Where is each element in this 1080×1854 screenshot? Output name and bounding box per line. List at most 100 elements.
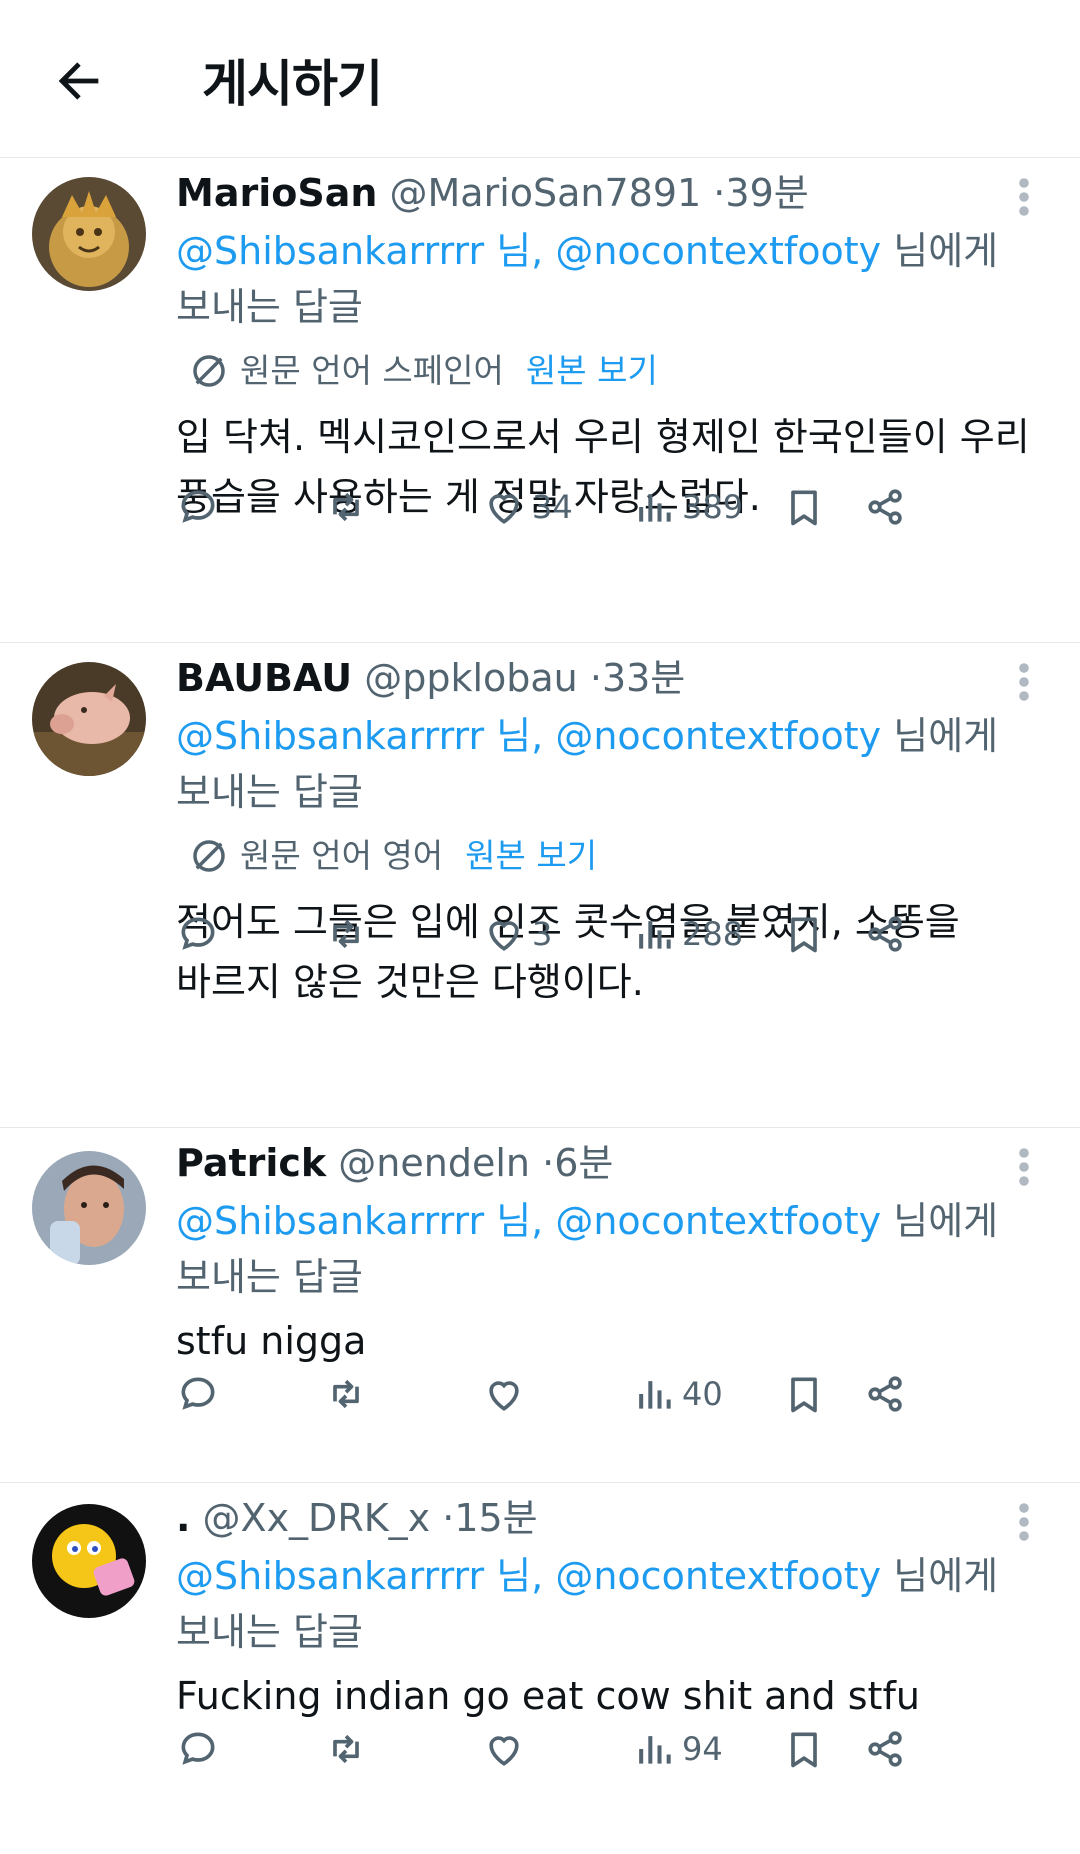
repost-button[interactable] [324, 1721, 368, 1777]
action-bar: 40 [176, 1205, 1036, 1413]
views-button[interactable]: 288 [632, 906, 743, 962]
share-icon [868, 489, 902, 525]
share-button[interactable] [864, 906, 908, 962]
separator-dot: · [542, 1141, 555, 1185]
post-time[interactable]: 33분 [602, 656, 685, 700]
translation-label: 원문 언어 스페인어 [240, 351, 504, 390]
mention-link[interactable]: @Shibsankarrrrr 님, [176, 229, 543, 273]
repost-button[interactable] [324, 906, 368, 962]
reply-post[interactable]: Patrick @nendeln ·6분 @Shibsankarrrrr 님, … [0, 1129, 1080, 1483]
reply-button[interactable] [176, 479, 220, 535]
repost-icon [333, 919, 359, 949]
mention-link[interactable]: @Shibsankarrrrr 님, [176, 714, 543, 758]
bookmark-button[interactable] [782, 906, 826, 962]
share-button[interactable] [864, 1721, 908, 1777]
reply-context-suffix-2: 보내는 답글 [176, 1610, 363, 1654]
reply-icon [181, 490, 215, 523]
views-icon [639, 1381, 671, 1409]
user-handle[interactable]: @nendeln [338, 1141, 530, 1185]
translation-label: 원문 언어 영어 [240, 836, 444, 875]
action-bar: 3 288 [176, 906, 1036, 962]
reply-context: @Shibsankarrrrr 님, @nocontextfooty 님에게 보… [176, 223, 1036, 335]
show-original-link[interactable]: 원본 보기 [526, 349, 658, 393]
repost-button[interactable] [324, 1366, 368, 1422]
reply-button[interactable] [176, 1366, 220, 1422]
mention-link[interactable]: @nocontextfooty [555, 1554, 881, 1598]
reply-post[interactable]: MarioSan @MarioSan7891 ·39분 @Shibsankarr… [0, 159, 1080, 643]
views-button[interactable]: 389 [632, 479, 743, 535]
heart-icon [489, 921, 519, 951]
mention-link[interactable]: @nocontextfooty [555, 229, 881, 273]
view-count: 94 [682, 1730, 723, 1768]
reply-post[interactable]: . @Xx_DRK_x ·15분 @Shibsankarrrrr 님, @noc… [0, 1484, 1080, 1854]
back-arrow-icon[interactable] [50, 52, 108, 110]
heart-icon [489, 494, 519, 524]
reply-context: @Shibsankarrrrr 님, @nocontextfooty 님에게 보… [176, 1548, 1036, 1660]
avatar[interactable] [32, 1504, 146, 1618]
bookmark-icon [791, 1732, 817, 1768]
reply-context-suffix-2: 보내는 답글 [176, 1255, 363, 1299]
display-name[interactable]: . [176, 1496, 190, 1540]
post-text-line: 입 닥쳐. 멕시코인으로서 우리 형제인 한국인들이 우리 [176, 415, 1030, 459]
translate-icon [193, 840, 225, 872]
post-header: . @Xx_DRK_x ·15분 [176, 1494, 1036, 1542]
reply-context-suffix-2: 보내는 답글 [176, 285, 363, 329]
post-time[interactable]: 39분 [725, 171, 808, 215]
reply-button[interactable] [176, 906, 220, 962]
post-header: BAUBAU @ppklobau ·33분 [176, 654, 1036, 702]
reply-button[interactable] [176, 1721, 220, 1777]
post-text-line: stfu nigga [176, 1319, 367, 1363]
views-button[interactable]: 94 [632, 1721, 723, 1777]
display-name[interactable]: BAUBAU [176, 656, 352, 700]
reply-context: @Shibsankarrrrr 님, @nocontextfooty 님에게 보… [176, 708, 1036, 820]
bookmark-button[interactable] [782, 479, 826, 535]
show-original-link[interactable]: 원본 보기 [465, 834, 597, 878]
share-button[interactable] [864, 1366, 908, 1422]
separator-dot: · [713, 171, 726, 215]
user-handle[interactable]: @MarioSan7891 [390, 171, 702, 215]
post-text: Fucking indian go eat cow shit and stfu [176, 1666, 1036, 1726]
bookmark-button[interactable] [782, 1366, 826, 1422]
views-icon [639, 921, 671, 949]
views-button[interactable]: 40 [632, 1366, 723, 1422]
share-icon [868, 1731, 902, 1767]
user-handle[interactable]: @Xx_DRK_x [203, 1496, 431, 1540]
like-button[interactable] [482, 1366, 532, 1422]
display-name[interactable]: Patrick [176, 1141, 326, 1185]
display-name[interactable]: MarioSan [176, 171, 377, 215]
separator-dot: · [589, 656, 602, 700]
post-time[interactable]: 15분 [454, 1496, 537, 1540]
reply-context-suffix: 님에게 [893, 229, 999, 273]
share-button[interactable] [864, 479, 908, 535]
mention-link[interactable]: @Shibsankarrrrr 님, [176, 1554, 543, 1598]
share-icon [868, 1376, 902, 1412]
repost-icon [333, 1379, 359, 1409]
top-app-bar: 게시하기 [0, 0, 1080, 158]
like-button[interactable] [482, 1721, 532, 1777]
like-button[interactable]: 3 [482, 906, 552, 962]
bookmark-button[interactable] [782, 1721, 826, 1777]
post-time[interactable]: 6분 [554, 1141, 613, 1185]
reply-post[interactable]: BAUBAU @ppklobau ·33분 @Shibsankarrrrr 님,… [0, 644, 1080, 1128]
post-text: stfu nigga [176, 1311, 1036, 1371]
translation-notice: 원문 언어 스페인어 원본 보기 [188, 349, 1036, 393]
reply-context-suffix: 님에게 [893, 1554, 999, 1598]
post-header: Patrick @nendeln ·6분 [176, 1139, 1036, 1187]
repost-button[interactable] [324, 479, 368, 535]
bookmark-icon [791, 1377, 817, 1413]
view-count: 40 [682, 1375, 723, 1413]
avatar[interactable] [32, 662, 146, 776]
action-bar: 94 [176, 1721, 1036, 1777]
reply-icon [181, 1377, 215, 1410]
page-title: 게시하기 [202, 55, 383, 113]
reply-icon [181, 1732, 215, 1765]
action-bar: 34 389 [176, 479, 1036, 535]
avatar[interactable] [32, 177, 146, 291]
mention-link[interactable]: @nocontextfooty [555, 714, 881, 758]
like-button[interactable]: 34 [482, 479, 573, 535]
avatar[interactable] [32, 1151, 146, 1265]
user-handle[interactable]: @ppklobau [364, 656, 578, 700]
translate-icon [193, 355, 225, 387]
separator-dot: · [442, 1496, 455, 1540]
bookmark-icon [791, 490, 817, 526]
